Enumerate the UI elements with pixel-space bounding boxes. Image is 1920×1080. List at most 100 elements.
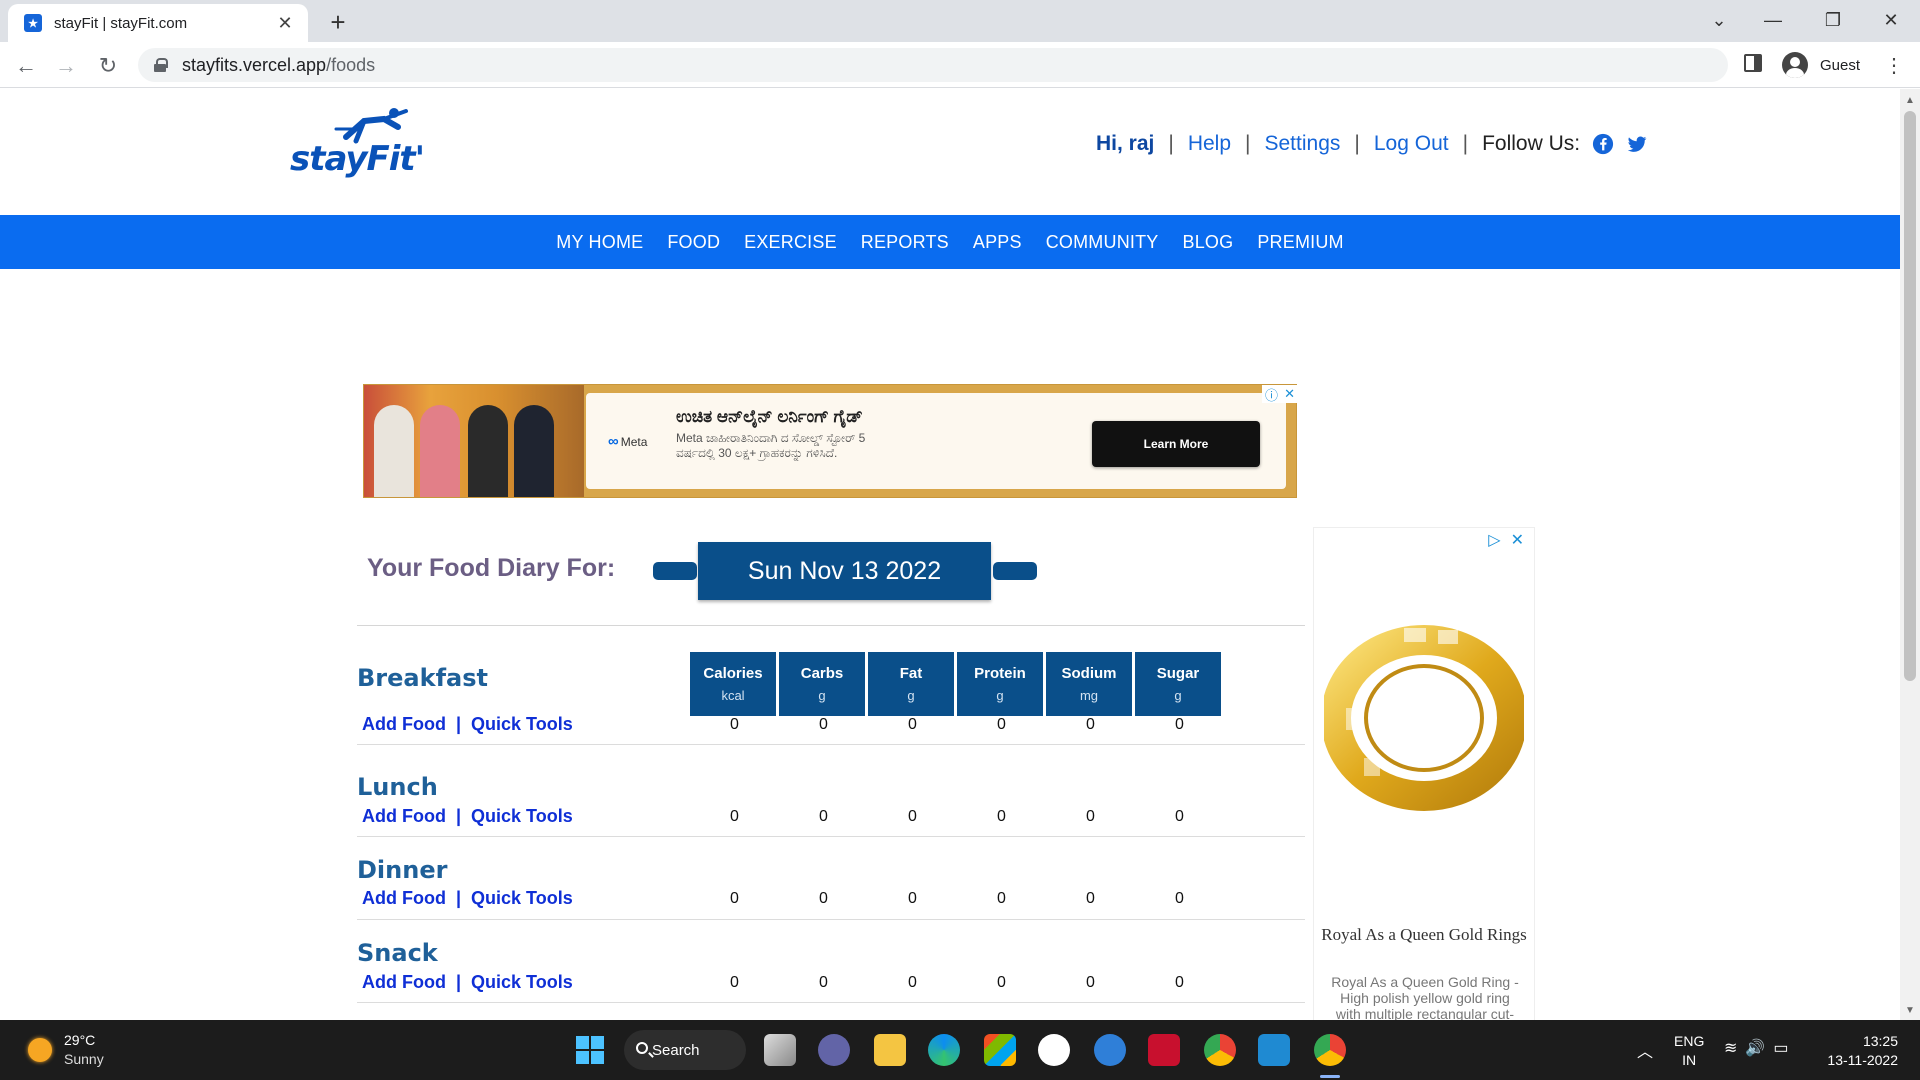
nutrient-header-calories: Calories kcal xyxy=(690,652,776,716)
page-viewport: stayFit' Hi, raj | Help | Settings | Log… xyxy=(0,89,1900,1020)
adchoices-play-icon[interactable]: ▷ xyxy=(1488,530,1500,550)
link-separator: | xyxy=(455,806,462,826)
ad-choices[interactable]: ▷ ✕ xyxy=(1488,530,1524,550)
weather-temperature[interactable]: 29°C xyxy=(64,1032,95,1048)
scroll-up-icon[interactable]: ▲ xyxy=(1905,95,1915,106)
ad-info-icon[interactable]: ⓘ xyxy=(1265,385,1278,404)
task-view-icon[interactable] xyxy=(764,1034,796,1066)
nav-exercise[interactable]: EXERCISE xyxy=(744,232,837,253)
help-link[interactable]: Help xyxy=(1188,132,1231,156)
add-food-link[interactable]: Add Food xyxy=(362,888,446,909)
new-tab-plus-icon[interactable]: + xyxy=(322,6,354,38)
scroll-down-icon[interactable]: ▼ xyxy=(1905,1005,1915,1016)
nav-food[interactable]: FOOD xyxy=(667,232,720,253)
add-food-link[interactable]: Add Food xyxy=(362,714,446,735)
stayfit-logo[interactable]: stayFit' xyxy=(290,107,425,179)
meal-links: Add Food | Quick Tools xyxy=(362,888,573,909)
logout-link[interactable]: Log Out xyxy=(1374,132,1449,156)
quick-tools-link[interactable]: Quick Tools xyxy=(471,714,573,735)
reload-icon[interactable]: ↻ xyxy=(92,50,124,82)
profile-button[interactable]: Guest xyxy=(1776,48,1875,82)
ad-close-icon[interactable]: ✕ xyxy=(1284,386,1295,402)
tab-close-icon[interactable]: ✕ xyxy=(274,13,296,34)
side-ad-title[interactable]: Royal As a Queen Gold Rings xyxy=(1314,924,1534,946)
calories-value: 0 xyxy=(730,974,739,991)
quick-tools-link[interactable]: Quick Tools xyxy=(471,972,573,993)
taskbar-search[interactable]: Search xyxy=(624,1030,746,1070)
ad-banner[interactable]: ∞ Meta ಉಚಿತ ಆನ್‌ಲೈನ್ ಲರ್ನಿಂಗ್ ಗೈಡ್ Meta ಜ… xyxy=(363,384,1298,498)
divider xyxy=(357,919,1305,920)
settings-link[interactable]: Settings xyxy=(1265,132,1341,156)
address-bar[interactable]: stayfits.vercel.app/foods xyxy=(138,48,1728,82)
microsoft-store-icon[interactable] xyxy=(984,1034,1016,1066)
calories-value: 0 xyxy=(730,808,739,825)
nutrient-header-fat: Fat g xyxy=(868,652,954,716)
ad-close-icon[interactable]: ✕ xyxy=(1511,530,1524,550)
divider xyxy=(357,836,1305,837)
nav-blog[interactable]: BLOG xyxy=(1183,232,1234,253)
taskbar-clock[interactable]: 13:25 13-11-2022 xyxy=(1822,1032,1898,1070)
tray-wifi-volume-battery-icon[interactable]: ≋🔊▭ xyxy=(1724,1038,1796,1058)
ad-learn-more-button[interactable]: Learn More xyxy=(1092,421,1260,467)
nav-reports[interactable]: REPORTS xyxy=(861,232,949,253)
tab-search-chevron-icon[interactable]: ⌄ xyxy=(1696,4,1742,36)
add-food-link[interactable]: Add Food xyxy=(362,972,446,993)
add-food-link[interactable]: Add Food xyxy=(362,806,446,827)
link-separator: | xyxy=(455,714,462,734)
vscode-icon[interactable] xyxy=(1258,1034,1290,1066)
sugar-value: 0 xyxy=(1175,974,1184,991)
quick-tools-link[interactable]: Quick Tools xyxy=(471,888,573,909)
weather-condition[interactable]: Sunny xyxy=(64,1051,104,1067)
chrome-icon[interactable] xyxy=(1314,1034,1346,1066)
nutrient-header-protein: Protein g xyxy=(957,652,1043,716)
input-language[interactable]: ENG IN xyxy=(1674,1032,1704,1070)
greeting-link[interactable]: Hi, raj xyxy=(1096,132,1154,156)
help-app-icon[interactable] xyxy=(1094,1034,1126,1066)
app-icon[interactable] xyxy=(1038,1034,1070,1066)
sugar-value: 0 xyxy=(1175,716,1184,733)
sugar-value: 0 xyxy=(1175,890,1184,907)
window-close-icon[interactable]: ✕ xyxy=(1868,4,1914,36)
forward-arrow-icon[interactable]: → xyxy=(50,50,82,82)
file-explorer-icon[interactable] xyxy=(874,1034,906,1066)
gold-ring-image xyxy=(1324,625,1524,811)
divider xyxy=(357,625,1305,626)
next-date-button[interactable] xyxy=(993,562,1037,580)
meal-values: 0 0 0 0 0 0 xyxy=(690,716,1224,734)
nav-my-home[interactable]: MY HOME xyxy=(556,232,643,253)
meal-links: Add Food | Quick Tools xyxy=(362,714,573,735)
sodium-value: 0 xyxy=(1086,974,1095,991)
browser-menu-icon[interactable]: ⋮ xyxy=(1882,50,1906,80)
ad-choices[interactable]: ⓘ ✕ xyxy=(1262,385,1298,403)
tray-overflow-chevron-icon[interactable]: ︿ xyxy=(1637,1038,1653,1062)
protein-value: 0 xyxy=(997,808,1006,825)
side-panel-icon[interactable] xyxy=(1744,54,1762,72)
mcafee-icon[interactable] xyxy=(1148,1034,1180,1066)
windows-start-icon[interactable] xyxy=(574,1034,606,1066)
nav-apps[interactable]: APPS xyxy=(973,232,1022,253)
edge-icon[interactable] xyxy=(928,1034,960,1066)
previous-date-button[interactable] xyxy=(653,562,697,580)
quick-tools-link[interactable]: Quick Tools xyxy=(471,806,573,827)
browser-toolbar: ← → ↻ stayfits.vercel.app/foods Guest ⋮ xyxy=(0,42,1920,88)
facebook-icon[interactable] xyxy=(1592,133,1614,155)
weather-sun-icon[interactable] xyxy=(28,1038,52,1062)
fat-value: 0 xyxy=(908,716,917,733)
back-arrow-icon[interactable]: ← xyxy=(10,50,42,82)
minimize-icon[interactable]: — xyxy=(1750,4,1796,36)
browser-tab-active[interactable]: ★ stayFit | stayFit.com ✕ xyxy=(8,4,308,42)
twitter-icon[interactable] xyxy=(1626,133,1648,155)
chrome-profile-icon[interactable] xyxy=(1204,1034,1236,1066)
restore-icon[interactable]: ❐ xyxy=(1810,4,1856,36)
nav-community[interactable]: COMMUNITY xyxy=(1046,232,1159,253)
scroll-thumb[interactable] xyxy=(1904,111,1916,681)
diary-date[interactable]: Sun Nov 13 2022 xyxy=(698,542,991,600)
ad-title: ಉಚಿತ ಆನ್‌ಲೈನ್ ಲರ್ನಿಂಗ್ ಗೈಡ್ xyxy=(676,407,863,426)
page-scrollbar[interactable]: ▲ ▼ xyxy=(1900,89,1920,1020)
sodium-value: 0 xyxy=(1086,890,1095,907)
teams-chat-icon[interactable] xyxy=(818,1034,850,1066)
lock-icon[interactable] xyxy=(154,58,168,72)
meal-values: 0 0 0 0 0 0 xyxy=(690,890,1224,908)
nav-premium[interactable]: PREMIUM xyxy=(1257,232,1343,253)
side-ad[interactable]: ▷ ✕ Royal As a Queen Gold Rings Royal As… xyxy=(1313,527,1535,1020)
